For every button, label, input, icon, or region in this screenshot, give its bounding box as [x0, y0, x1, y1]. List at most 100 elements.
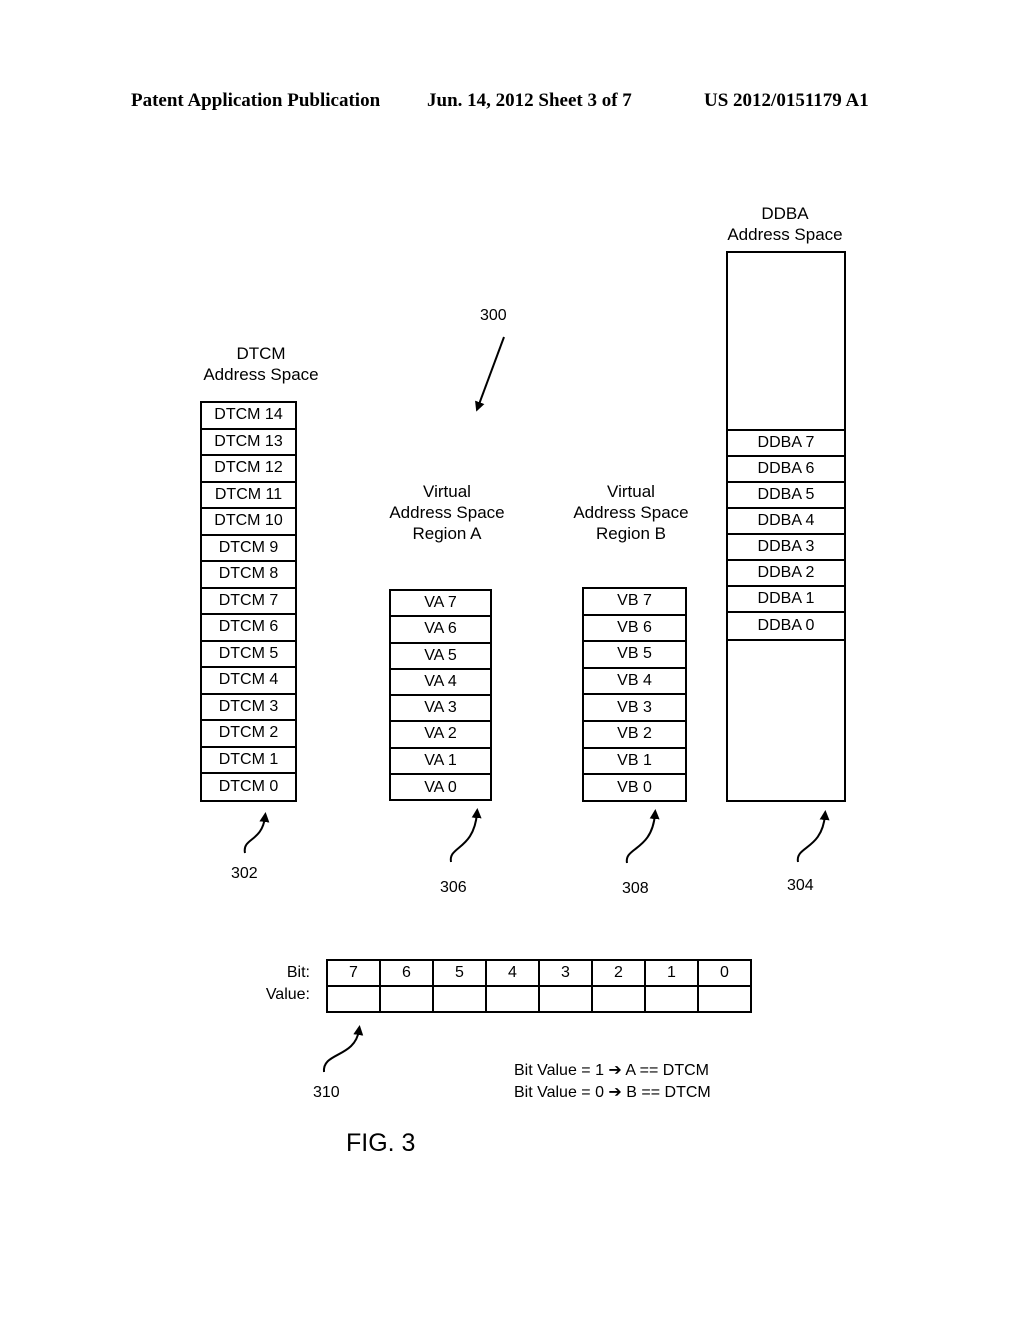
dtcm-cell: DTCM 1	[202, 748, 295, 774]
region-b-cell: VB 6	[584, 616, 685, 643]
ddba-cell: DDBA 2	[728, 561, 844, 587]
ddba-title-line1: DDBA	[761, 204, 809, 223]
ddba-ref: 304	[787, 877, 814, 894]
bit-value-cell	[326, 985, 381, 1013]
ddba-cell: DDBA 4	[728, 509, 844, 535]
dtcm-cell: DTCM 12	[202, 456, 295, 483]
bit-value-cell	[485, 985, 540, 1013]
dtcm-cell: DTCM 14	[202, 403, 295, 430]
bit-number-cell: 0	[697, 959, 752, 987]
dtcm-cell: DTCM 13	[202, 430, 295, 456]
ddba-cell: DDBA 5	[728, 483, 844, 509]
region-b-cell: VB 7	[584, 589, 685, 616]
bit-number-cell: 7	[326, 959, 381, 987]
legend: Bit Value = 1 ➔ A == DTCM Bit Value = 0 …	[514, 1060, 711, 1104]
bit-number-cell: 5	[432, 959, 487, 987]
dtcm-cell: DTCM 3	[202, 695, 295, 721]
ddba-title-line2: Address Space	[727, 225, 843, 244]
value-label: Value:	[265, 986, 310, 1003]
dtcm-title: DTCM Address Space	[186, 343, 336, 385]
region-b-cell: VB 1	[584, 749, 685, 776]
dtcm-cell: DTCM 10	[202, 509, 295, 536]
bit-number-cell: 3	[538, 959, 593, 987]
patent-number: US 2012/0151179 A1	[704, 90, 869, 111]
dtcm-cell: DTCM 8	[202, 562, 295, 589]
ddba-cell: DDBA 0	[757, 617, 815, 634]
dtcm-cell: DTCM 4	[202, 668, 295, 695]
dtcm-cell: DTCM 2	[202, 721, 295, 748]
publication-label: Patent Application Publication	[131, 90, 381, 111]
dtcm-cell: DTCM 5	[202, 642, 295, 668]
region-a-ref: 306	[440, 879, 467, 896]
bitmap-ref: 310	[313, 1084, 340, 1101]
bitmap-ref-arrow	[322, 1025, 364, 1073]
ddba-cell: DDBA 7	[728, 431, 844, 457]
bit-value-cell	[697, 985, 752, 1013]
region-b-cell: VB 5	[584, 642, 685, 669]
bit-number-cell: 1	[644, 959, 699, 987]
dtcm-cell: DTCM 0	[218, 778, 279, 796]
region-b-title-line3: Region B	[596, 524, 666, 543]
region-a-ref-arrow	[449, 808, 482, 863]
region-a-title-line2: Address Space	[389, 503, 505, 522]
region-a-cell: VA 7	[391, 591, 490, 618]
bit-value-cell	[379, 985, 434, 1013]
ddba-cell: DDBA 1	[728, 587, 844, 613]
ddba-address-space: DDBA 7 DDBA 6 DDBA 5 DDBA 4 DDBA 3 DDBA 2 DDBA…	[726, 251, 846, 802]
dtcm-cell: DTCM 9	[202, 536, 295, 562]
figure-caption: FIG. 3	[346, 1129, 416, 1157]
dtcm-cell: DTCM 6	[202, 615, 295, 642]
dtcm-ref: 302	[231, 865, 258, 882]
region-b-title: Virtual Address Space Region B	[556, 481, 706, 544]
bit-number-cell: 6	[379, 959, 434, 987]
dtcm-cell: DTCM 7	[202, 589, 295, 615]
date-sheet-label: Jun. 14, 2012 Sheet 3 of 7	[427, 90, 632, 111]
dtcm-address-space: DTCM 14 DTCM 13 DTCM 12 DTCM 11 DTCM 10 DTCM …	[200, 401, 297, 802]
bit-number-row: 76543210	[326, 959, 752, 987]
bit-value-cell	[432, 985, 487, 1013]
ddba-cell: DDBA 6	[728, 457, 844, 483]
bit-number-cell: 4	[485, 959, 540, 987]
region-a-cell: VA 5	[391, 644, 490, 670]
region-a-title-line3: Region A	[412, 524, 482, 543]
legend-line-2: Bit Value = 0 ➔ B == DTCM	[514, 1084, 711, 1101]
bitmap-labels: Bit: Value:	[250, 962, 310, 1006]
ddba-ref-arrow	[796, 810, 830, 863]
region-b-cell: VB 4	[584, 669, 685, 696]
bit-number-cell: 2	[591, 959, 646, 987]
ddba-upper-region	[728, 253, 844, 429]
dtcm-cell: DTCM 11	[202, 483, 295, 509]
bitmap-table: 76543210	[326, 959, 752, 1013]
arrows-layer	[243, 336, 830, 1073]
region-b-title-line1: Virtual	[607, 482, 655, 501]
region-a-cell: VA 4	[391, 670, 490, 696]
region-b-cell: VB 2	[584, 722, 685, 749]
figure-ref-arrow	[475, 336, 505, 412]
dtcm-ref-arrow	[243, 812, 270, 854]
figure-ref-300: 300	[480, 307, 507, 324]
region-b-ref: 308	[622, 880, 649, 897]
region-b-title-line2: Address Space	[573, 503, 689, 522]
region-a-cell: VA 1	[391, 749, 490, 775]
region-b-ref-arrow	[625, 809, 660, 864]
region-a-address-space: VA 7 VA 6 VA 5 VA 4 VA 3 VA 2 VA 1 VA 0	[389, 589, 492, 801]
region-b-address-space: VB 7 VB 6 VB 5 VB 4 VB 3 VB 2 VB 1 VB 0	[582, 587, 687, 802]
region-a-cell: VA 2	[391, 722, 490, 749]
ddba-cell: DDBA 3	[728, 535, 844, 561]
bit-value-cell	[591, 985, 646, 1013]
region-a-title-line1: Virtual	[423, 482, 471, 501]
region-a-cell: VA 6	[391, 617, 490, 644]
ddba-cells: DDBA 7 DDBA 6 DDBA 5 DDBA 4 DDBA 3 DDBA 2 DDBA…	[728, 429, 844, 641]
dtcm-title-line2: Address Space	[203, 365, 319, 384]
bit-value-cell	[538, 985, 593, 1013]
legend-line-1: Bit Value = 1 ➔ A == DTCM	[514, 1062, 709, 1079]
bit-value-cell	[644, 985, 699, 1013]
region-a-cell: VA 3	[391, 696, 490, 723]
dtcm-title-line1: DTCM	[236, 344, 286, 363]
region-a-cell: VA 0	[424, 778, 457, 796]
region-b-cell: VB 0	[617, 779, 652, 797]
region-a-title: Virtual Address Space Region A	[372, 481, 522, 544]
bit-label: Bit:	[286, 964, 310, 981]
bit-value-row	[326, 985, 752, 1013]
ddba-title: DDBA Address Space	[710, 203, 860, 245]
